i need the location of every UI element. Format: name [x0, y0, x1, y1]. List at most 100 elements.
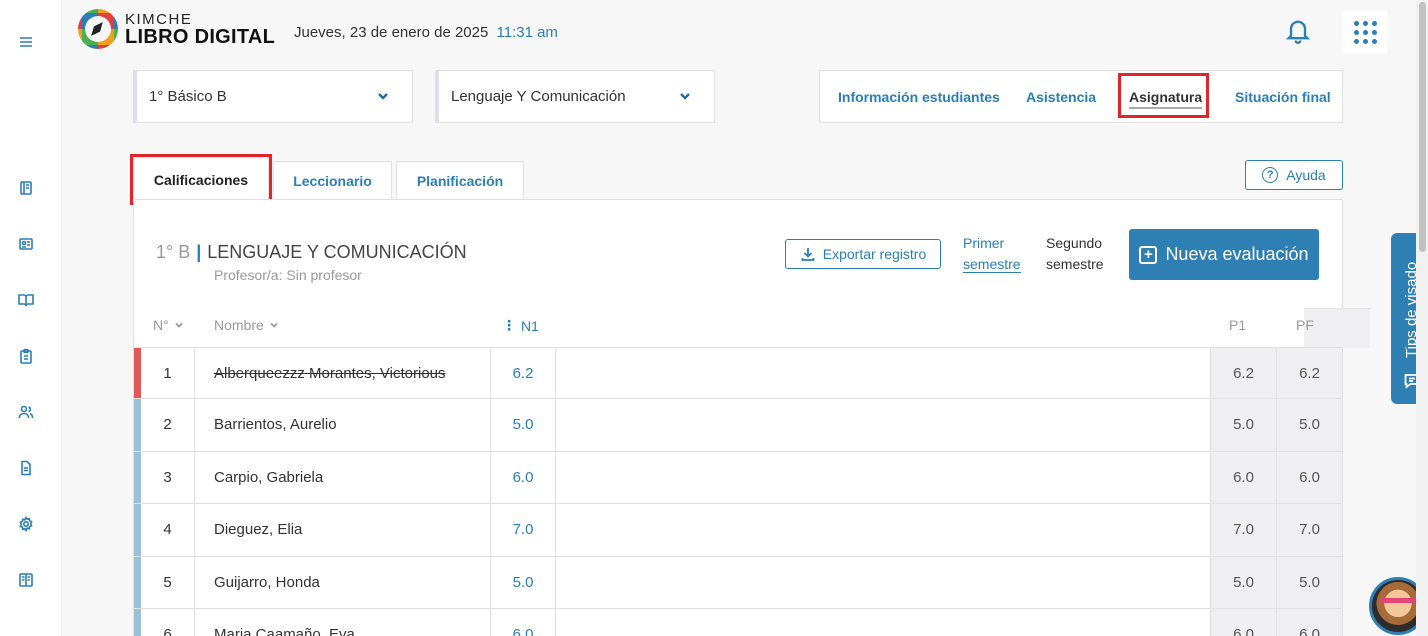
n1-grade-cell[interactable]: 6.0	[491, 452, 556, 504]
id-card-icon[interactable]	[16, 234, 36, 254]
scrollbar-thumb[interactable]	[1419, 2, 1426, 252]
page-scrollbar[interactable]	[1416, 0, 1428, 636]
n1-grade-cell[interactable]: 6.0	[491, 609, 556, 636]
subject-select-value: Lenguaje Y Comunicación	[451, 88, 626, 105]
course-title: 1° B | LENGUAJE Y COMUNICACIÓN	[156, 242, 467, 263]
app-header: KIMCHE LIBRO DIGITAL Jueves, 23 de enero…	[62, 0, 1416, 62]
p1-column-header: P1	[1229, 317, 1246, 333]
row-number: 1	[141, 348, 195, 400]
row-number: 6	[141, 609, 195, 636]
teacher-label: Profesor/a: Sin profesor	[214, 267, 362, 283]
table-row[interactable]: 2 Barrientos, Aurelio 5.0 5.0 5.0	[134, 398, 1342, 451]
name-column-header[interactable]: Nombre	[214, 317, 279, 333]
help-label: Ayuda	[1286, 167, 1326, 183]
n1-grade-cell[interactable]: 6.2	[491, 348, 556, 400]
table-row[interactable]: 4 Dieguez, Elia 7.0 7.0 7.0	[134, 503, 1342, 556]
p1-grade-cell: 6.0	[1210, 452, 1276, 504]
table-row[interactable]: 6 Maria Caamaño, Eva 6.0 6.0 6.0	[134, 608, 1342, 636]
course-select[interactable]: 1° Básico B	[133, 70, 413, 123]
row-status-flag	[134, 348, 141, 400]
student-name-text: Guijarro, Honda	[214, 574, 320, 592]
student-name[interactable]: Barrientos, Aurelio	[195, 399, 491, 451]
table-row[interactable]: 1 Alberqueezzz Morantes, Victorious 6.2 …	[134, 347, 1342, 400]
pf-grade-cell: 5.0	[1276, 557, 1342, 609]
row-number: 4	[141, 504, 195, 556]
tab-calificaciones[interactable]: Calificaciones	[133, 157, 269, 201]
menu-icon[interactable]	[16, 32, 36, 52]
tab-asignatura[interactable]: Asignatura	[1129, 89, 1203, 109]
table-row[interactable]: 5 Guijarro, Honda 5.0 5.0 5.0	[134, 556, 1342, 609]
pf-grade-cell: 6.0	[1276, 609, 1342, 636]
row-status-flag	[134, 399, 141, 451]
plus-square-icon: +	[1139, 245, 1158, 264]
tab-asistencia[interactable]: Asistencia	[1026, 89, 1096, 105]
second-semester-tab[interactable]: Segundo semestre	[1046, 233, 1104, 275]
pf-grade-cell: 5.0	[1276, 399, 1342, 451]
help-icon: ?	[1262, 167, 1279, 183]
student-name[interactable]: Maria Caamaño, Eva	[195, 609, 491, 636]
row-status-flag	[134, 609, 141, 636]
help-button[interactable]: ? Ayuda	[1245, 160, 1343, 190]
p1-header-label: P1	[1229, 317, 1247, 333]
apps-grid-icon[interactable]	[1342, 10, 1388, 54]
tab-situacion-final[interactable]: Situación final	[1235, 89, 1331, 105]
grades-panel: 1° B | LENGUAJE Y COMUNICACIÓN Profesor/a:…	[133, 199, 1370, 636]
student-name[interactable]: Dieguez, Elia	[195, 504, 491, 556]
n1-grade-cell[interactable]: 5.0	[491, 399, 556, 451]
student-name-text: Alberqueezzz Morantes, Victorious	[214, 365, 446, 383]
n1-column-header[interactable]: ⋮ N1	[502, 317, 539, 334]
book-icon[interactable]	[16, 178, 36, 198]
subject-select[interactable]: Lenguaje Y Comunicación	[435, 70, 715, 123]
first-semester-line2: semestre	[963, 256, 1021, 273]
chevron-down-icon	[376, 89, 390, 103]
name-header-label: Nombre	[214, 317, 264, 333]
tab-leccionario[interactable]: Leccionario	[273, 161, 392, 200]
second-semester-line2: semestre	[1046, 256, 1104, 272]
bell-icon[interactable]	[1284, 16, 1314, 46]
pf-header-label: PF	[1296, 317, 1314, 333]
p1-grade-cell: 6.0	[1210, 609, 1276, 636]
course-select-value: 1° Básico B	[149, 88, 227, 105]
gear-icon[interactable]	[16, 514, 36, 534]
first-semester-tab[interactable]: Primer semestre	[963, 233, 1021, 275]
compass-logo-icon	[78, 9, 118, 49]
num-column-header[interactable]: N°	[153, 317, 184, 333]
clipboard-icon[interactable]	[16, 346, 36, 366]
student-name-text: Carpio, Gabriela	[214, 469, 324, 487]
p1-grade-cell: 5.0	[1210, 557, 1276, 609]
new-evaluation-label: Nueva evaluación	[1165, 244, 1309, 264]
reader-icon[interactable]	[16, 570, 36, 590]
n1-grade-cell[interactable]: 5.0	[491, 557, 556, 609]
table-row[interactable]: 3 Carpio, Gabriela 6.0 6.0 6.0	[134, 451, 1342, 504]
tab-informacion-estudiantes[interactable]: Información estudiantes	[838, 89, 1000, 105]
second-semester-line1: Segundo	[1046, 235, 1103, 251]
n1-header-label: N1	[521, 317, 539, 334]
new-evaluation-button[interactable]: + Nueva evaluación	[1129, 229, 1319, 280]
p1-grade-cell: 5.0	[1210, 399, 1276, 451]
row-status-flag	[134, 557, 141, 609]
n1-grade-cell[interactable]: 7.0	[491, 504, 556, 556]
document-icon[interactable]	[16, 458, 36, 478]
pf-grade-cell: 6.0	[1276, 452, 1342, 504]
student-name[interactable]: Guijarro, Honda	[195, 557, 491, 609]
export-button[interactable]: Exportar registro	[785, 239, 941, 269]
pf-column-header: PF	[1296, 317, 1314, 333]
users-icon[interactable]	[16, 402, 36, 422]
title-separator: |	[196, 242, 202, 262]
student-name-text: Barrientos, Aurelio	[214, 416, 337, 434]
p1-grade-cell: 7.0	[1210, 504, 1276, 556]
brand-bottom: LIBRO DIGITAL	[125, 25, 276, 48]
student-name[interactable]: Carpio, Gabriela	[195, 452, 491, 504]
download-icon	[801, 248, 815, 261]
date-text: Jueves, 23 de enero de 2025	[294, 24, 489, 41]
open-book-icon[interactable]	[16, 290, 36, 310]
chevron-down-icon	[175, 322, 183, 328]
student-name[interactable]: Alberqueezzz Morantes, Victorious	[195, 348, 491, 400]
pf-grade-cell: 7.0	[1276, 504, 1342, 556]
row-number: 3	[141, 452, 195, 504]
kebab-icon: ⋮	[502, 317, 516, 333]
brand-top: KIMCHE	[125, 10, 193, 28]
app-logo[interactable]: KIMCHE LIBRO DIGITAL	[78, 9, 275, 49]
row-number: 2	[141, 399, 195, 451]
tab-planificacion[interactable]: Planificación	[396, 161, 524, 200]
